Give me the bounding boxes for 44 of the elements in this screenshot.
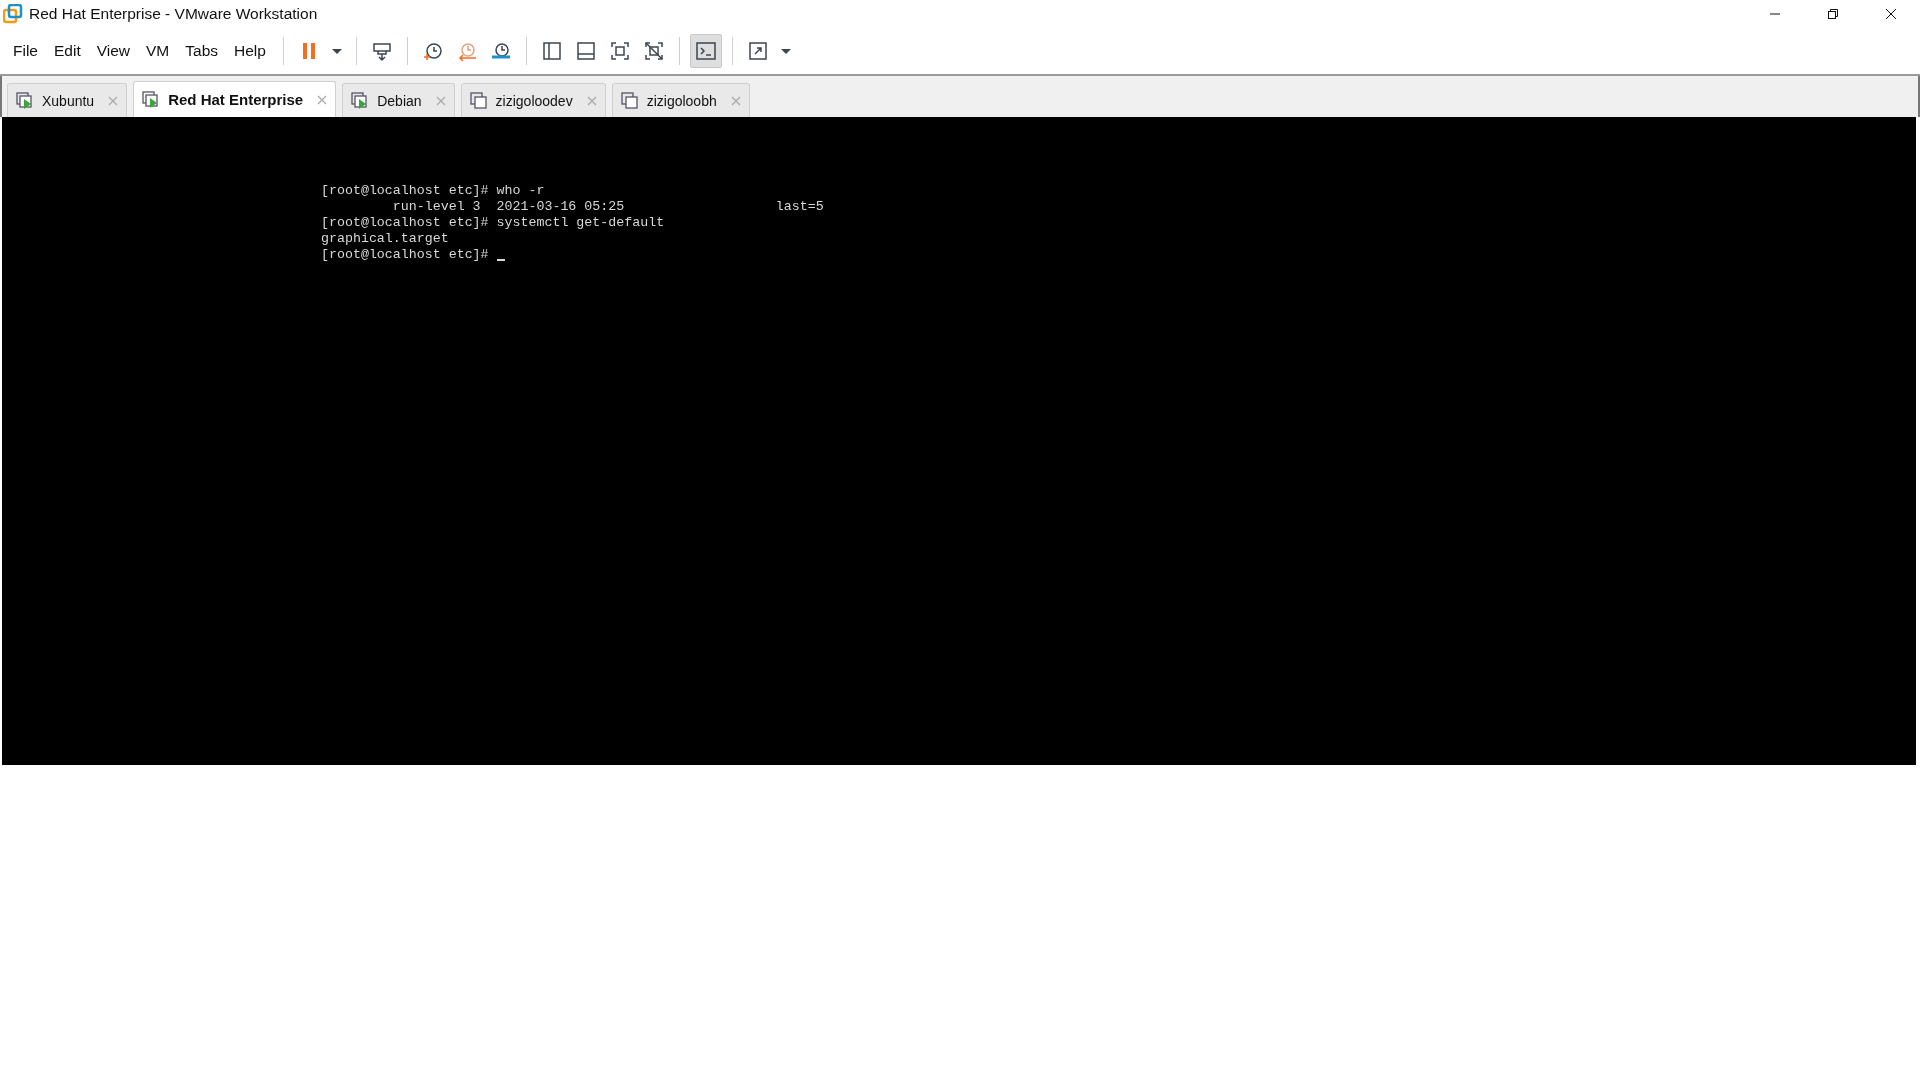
menu-item[interactable]: Tabs [178, 38, 226, 64]
vm-tab[interactable]: zizigoloobh [611, 83, 750, 117]
menu-item[interactable]: Edit [47, 38, 88, 64]
app-logo-icon [3, 4, 23, 24]
computer-arrow-icon [370, 40, 393, 62]
tab-label: zizigoloobh [646, 92, 717, 109]
terminal-icon [694, 40, 717, 62]
vm-console[interactable]: [root@localhost etc]# who -r run-level 3 2021-03-16 05:25 last=5 [root@localhost etc]# systemctl get-default graphical.target [root@localhost etc]# [2, 117, 1916, 765]
minimize-icon [1769, 13, 1781, 15]
restore-icon [1827, 8, 1839, 20]
vm-tab[interactable]: Debian [342, 83, 455, 117]
menu-item[interactable]: Help [227, 38, 273, 64]
sidebar-icon [540, 40, 563, 62]
vm-tab[interactable]: Red Hat Enterprise [133, 81, 337, 117]
vm-icon [620, 91, 639, 110]
vm-icon [469, 91, 488, 110]
vm-tab[interactable]: Xubuntu [7, 83, 128, 117]
console-line: [root@localhost etc]# systemctl get-default [321, 215, 665, 231]
vm-running-icon [142, 90, 161, 109]
menu-item[interactable]: VM [139, 38, 177, 64]
tab-label: Debian [377, 92, 422, 109]
vm-running-icon [351, 91, 370, 110]
vm-tab[interactable]: zizigoloodev [460, 83, 606, 117]
menu-item[interactable]: View [89, 38, 138, 64]
tab-label: Red Hat Enterprise [168, 91, 304, 108]
console-line: graphical.target [321, 231, 449, 247]
console-view-button[interactable] [689, 34, 722, 68]
clock-wrench-icon [489, 40, 512, 62]
full-screen-icon [608, 40, 631, 62]
expand-icon [746, 40, 769, 62]
bottom-panel-icon [574, 40, 597, 62]
caret-icon [331, 48, 342, 54]
menu-item[interactable]: File [6, 38, 45, 64]
window-title: Red Hat Enterprise - VMware Workstation [29, 5, 318, 23]
console-line: run-level 3 2021-03-16 05:25 last=5 [391, 199, 824, 215]
caret-icon [780, 48, 791, 54]
tab-label: Xubuntu [42, 92, 95, 109]
tab-label: zizigoloodev [495, 92, 573, 109]
clock-plus-icon [421, 40, 444, 62]
console-line: [root@localhost etc]# [321, 247, 490, 263]
console-line: [root@localhost etc]# who -r [321, 183, 545, 199]
crossed-window-icon [642, 40, 665, 62]
vm-running-icon [16, 91, 34, 110]
close-icon [1885, 8, 1897, 20]
